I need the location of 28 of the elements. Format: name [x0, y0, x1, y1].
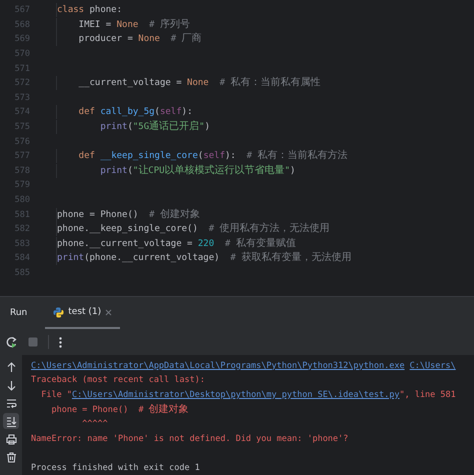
code-line: def __keep_single_core(self): # 私有：当前私有方法	[56, 149, 348, 164]
console-line: NameError: name 'Phone' is not defined. Did you mean: 'phone'?	[31, 434, 348, 444]
console-line: File "C:\Users\Administrator\Desktop\python\my_python_SE\.idea\test.py", line 581	[40, 390, 456, 400]
code-line: print("让CPU以单核模式运行以节省电量")	[56, 164, 296, 178]
panel-title: Run	[10, 308, 28, 318]
console-line: ^^^^^	[81, 418, 108, 429]
more-icon[interactable]	[59, 336, 62, 348]
code-line: phone.__current_voltage = 220 # 私有变量赋值	[56, 236, 296, 251]
code-line: producer = None # 厂商	[56, 32, 202, 46]
code-line: phone = Phone() # 创建对象	[56, 208, 200, 222]
console-line: Traceback (most recent call last):	[31, 375, 205, 386]
code-line: phone.__keep_single_core() # 使用私有方法，无法使用	[56, 222, 330, 236]
code-line: __current_voltage = None # 私有：当前私有属性	[56, 76, 320, 90]
python-icon	[53, 306, 64, 318]
file-link[interactable]: C:\Users\	[410, 360, 456, 371]
run-tab[interactable]: test (1)	[45, 297, 120, 330]
code-line: print("5G通话已开启")	[56, 120, 210, 134]
close-icon[interactable]	[105, 308, 112, 316]
code-line: print(phone.__current_voltage) # 获取私有变量，无法使用	[56, 251, 352, 266]
code-line: IMEI = None # 序列号	[56, 18, 190, 32]
file-link[interactable]: C:\Users\Administrator\Desktop\python\my_python_SE\.idea\test.py	[72, 390, 400, 400]
code-line: class phone:	[56, 3, 122, 18]
file-link[interactable]: C:\Users\Administrator\AppData\Local\Programs\Python\Python312\python.exe	[31, 360, 405, 371]
console-line: Process finished with exit code 1	[31, 462, 200, 473]
console-line: phone = Phone() # 创建对象	[50, 402, 189, 416]
rerun-icon[interactable]	[5, 336, 18, 349]
scroll-to-end-icon[interactable]	[3, 413, 19, 430]
code-line: def call_by_5g(self):	[56, 105, 192, 120]
